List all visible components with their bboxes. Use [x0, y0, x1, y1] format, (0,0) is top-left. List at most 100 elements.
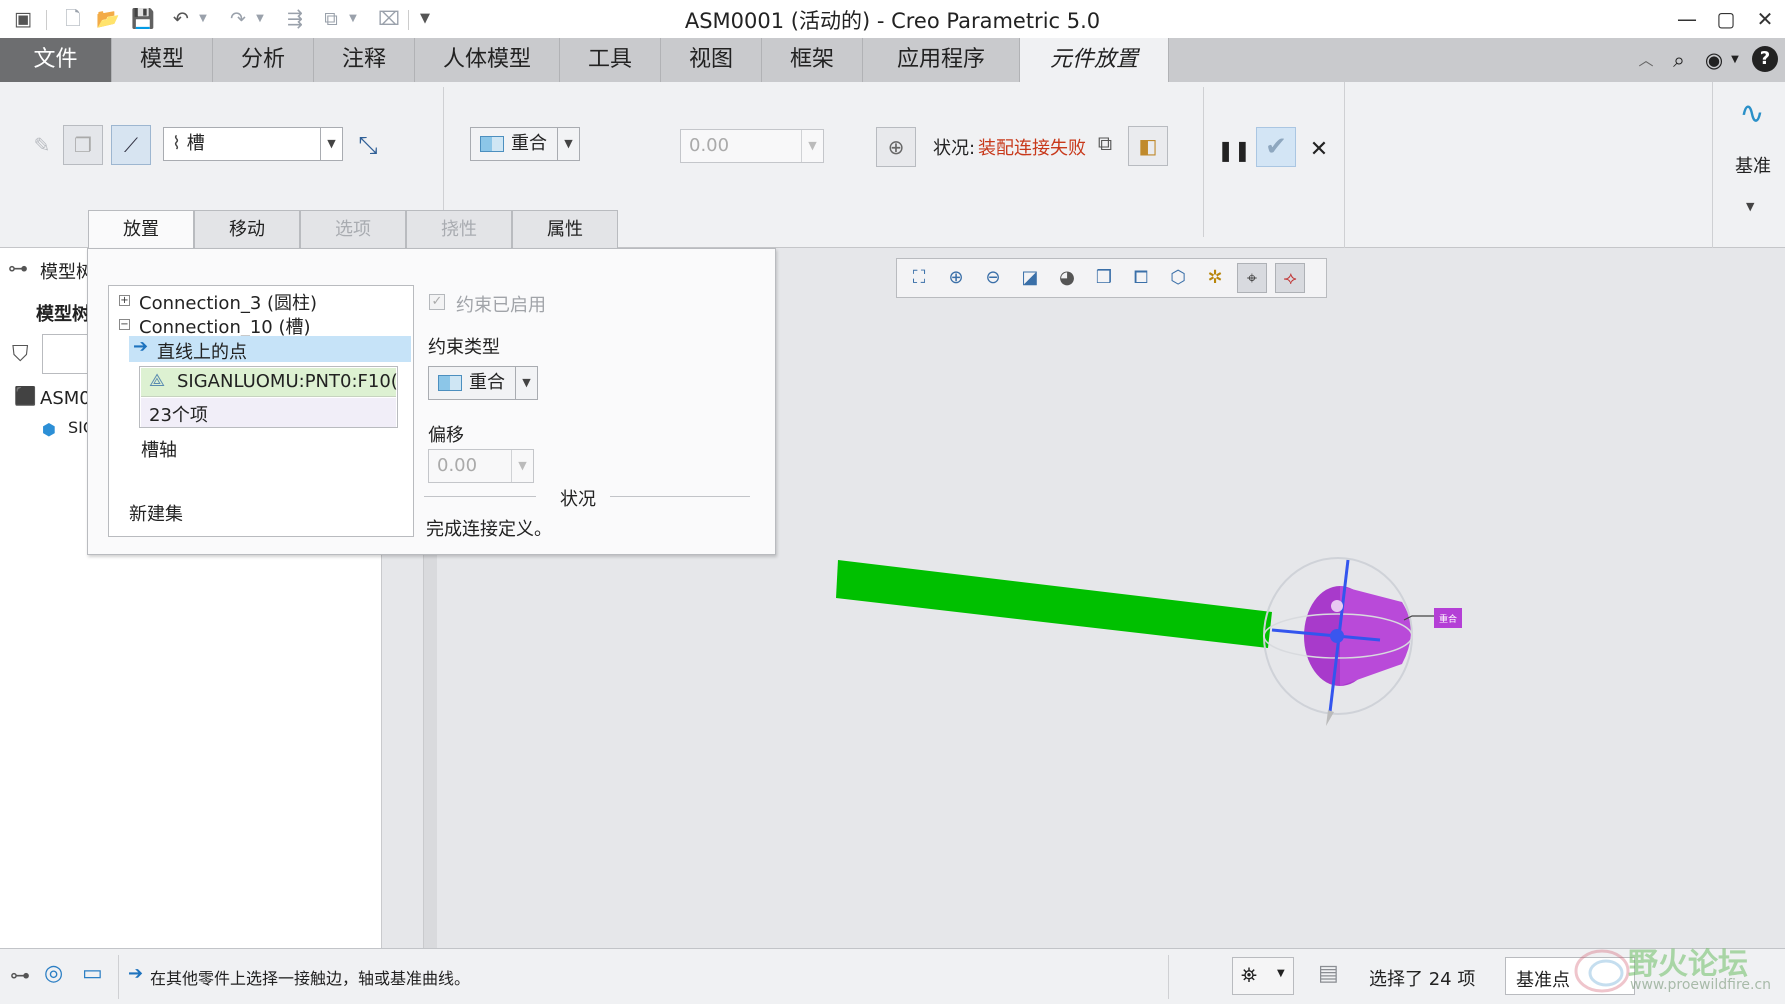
connection-tree: + Connection_3 (圆柱) − Connection_10 (槽) …: [108, 285, 414, 537]
tab-component-placement[interactable]: 元件放置: [1019, 38, 1169, 83]
pause-icon[interactable]: ❚❚: [1215, 130, 1253, 168]
mechanism-connection-icon[interactable]: ⟋: [111, 125, 151, 165]
status-value: 装配连接失败: [978, 138, 1086, 159]
flip-direction-icon[interactable]: ⤡: [348, 125, 388, 165]
selection-count[interactable]: 选择了 24 项: [1369, 965, 1475, 991]
maximize-button[interactable]: ▢: [1709, 4, 1743, 34]
reference-item-selected[interactable]: ⟁ SIGANLUOMU:PNT0:F10(: [141, 368, 398, 397]
minimize-button[interactable]: —: [1670, 4, 1704, 34]
tab-manikin[interactable]: 人体模型: [414, 38, 559, 82]
show-navigator-icon[interactable]: ⊶: [10, 963, 30, 987]
tab-model[interactable]: 模型: [111, 38, 212, 82]
status-text: 完成连接定义。: [426, 519, 552, 540]
arrow-right-icon: ➔: [133, 336, 149, 357]
coincident-icon: [438, 375, 462, 391]
selected-items-icon[interactable]: ▤: [1318, 961, 1339, 986]
offset-value: 0.00: [689, 135, 730, 156]
help-icon[interactable]: ?: [1752, 46, 1778, 72]
chevron-down-icon: ▼: [557, 128, 579, 160]
learning-connector-icon[interactable]: ◉: [1700, 46, 1728, 74]
user-defined-icon[interactable]: ✎: [22, 125, 62, 165]
subtab-move[interactable]: 移动: [194, 210, 300, 248]
subtab-options[interactable]: 选项: [300, 210, 406, 248]
ribbon-tab-bar: 文件 模型 分析 注释 人体模型 工具 视图 框架 应用程序 元件放置 ︿ ⌕ …: [0, 38, 1785, 83]
learning-dropdown-icon[interactable]: ▼: [1728, 46, 1742, 74]
close-button[interactable]: ✕: [1748, 4, 1782, 34]
slot-connection-icon: ⌇: [172, 133, 181, 154]
saved-orientations-icon[interactable]: ❒: [1089, 263, 1119, 293]
subtab-properties[interactable]: 属性: [512, 210, 618, 248]
collapse-ribbon-icon[interactable]: ︿: [1632, 46, 1660, 74]
search-icon[interactable]: ⌕: [1665, 46, 1693, 74]
datum-dropdown-icon[interactable]: ▼: [1746, 200, 1754, 213]
constraint-type-select[interactable]: 重合 ▼: [470, 127, 580, 161]
watermark-url: www.proewildfire.cn: [1630, 977, 1772, 993]
view-manager-icon[interactable]: ⧠: [1126, 263, 1156, 293]
shaft-part[interactable]: [836, 560, 1272, 648]
zoom-out-icon[interactable]: ⊖: [978, 263, 1008, 293]
display-style-icon[interactable]: ◕: [1052, 263, 1082, 293]
reference-item-count: 23个项: [149, 405, 208, 426]
tab-view[interactable]: 视图: [660, 38, 761, 82]
tab-annotate[interactable]: 注释: [313, 38, 414, 82]
drag-components-icon[interactable]: ⊕: [876, 127, 916, 167]
forum-watermark: 野火论坛 www.proewildfire.cn: [1568, 935, 1785, 1004]
offset-input[interactable]: 0.00 ▼: [680, 129, 824, 163]
model-tree-title: 模型树: [36, 304, 90, 325]
subtab-flexibility[interactable]: 挠性: [406, 210, 512, 248]
datum-curve-icon[interactable]: ∿: [1728, 94, 1776, 138]
panel-offset-input[interactable]: 0.00 ▼: [428, 449, 534, 483]
full-screen-icon[interactable]: ▭: [82, 961, 103, 986]
divider: [1168, 955, 1169, 999]
cancel-x-icon[interactable]: ✕: [1300, 130, 1338, 168]
navigator-header[interactable]: 模型树: [40, 258, 94, 284]
divider: [1344, 82, 1345, 248]
constraint-enabled-checkbox[interactable]: ✓: [429, 294, 445, 310]
status-bar: ⊶ ◎ ▭ ➔ 在其他零件上选择一接触边，轴或基准曲线。 ⛯ ▼ ▤ 选择了 2…: [0, 948, 1785, 1004]
show-component-window-icon[interactable]: ◧: [1128, 126, 1168, 166]
tab-framework[interactable]: 框架: [761, 38, 862, 82]
tree-item-connection3[interactable]: Connection_3 (圆柱): [139, 289, 317, 315]
new-set-link[interactable]: 新建集: [129, 500, 183, 526]
reference-item-second[interactable]: 23个项: [141, 398, 396, 427]
constraint-icon[interactable]: ❐: [63, 125, 103, 165]
connection-type-select[interactable]: ⌇ 槽 ▼: [163, 127, 343, 161]
divider: [118, 955, 119, 999]
constraint-enabled-label: 约束已启用: [456, 295, 546, 316]
expand-plus-icon[interactable]: +: [119, 295, 130, 306]
confirm-check-icon[interactable]: ✔: [1256, 127, 1296, 167]
perspective-icon[interactable]: ⬡: [1163, 263, 1193, 293]
tab-file[interactable]: 文件: [0, 38, 111, 82]
filter-icon[interactable]: ⛉: [12, 342, 29, 367]
separate-window-icon[interactable]: ⧉: [1088, 126, 1122, 160]
repaint-icon[interactable]: ◪: [1015, 263, 1045, 293]
panel-constraint-type-select[interactable]: 重合 ▼: [428, 366, 538, 400]
tab-applications[interactable]: 应用程序: [862, 38, 1019, 82]
datum-display-icon[interactable]: ✲: [1200, 263, 1230, 293]
part-icon: ⬢: [42, 420, 56, 439]
model-tree-tab-icon[interactable]: ⊶: [8, 256, 28, 280]
window-title: ASM0001 (活动的) - Creo Parametric 5.0: [684, 9, 1101, 33]
arrow-right-icon: ➔: [128, 963, 144, 984]
reference-collector[interactable]: ⟁ SIGANLUOMU:PNT0:F10( 23个项: [139, 366, 398, 428]
model-graphics[interactable]: 重合: [820, 540, 1500, 760]
panel-offset-value: 0.00: [437, 455, 478, 476]
datum-label[interactable]: 基准: [1735, 152, 1771, 178]
browser-icon[interactable]: ◎: [44, 961, 63, 986]
zoom-in-icon[interactable]: ⊕: [941, 263, 971, 293]
tab-analysis[interactable]: 分析: [212, 38, 313, 82]
refit-icon[interactable]: ⛶: [904, 263, 934, 293]
tree-item-point-on-line[interactable]: 直线上的点: [157, 338, 247, 364]
chevron-down-icon: ▼: [515, 367, 537, 399]
spin-center-icon[interactable]: ⌖: [1237, 263, 1267, 293]
coincident-icon: [480, 136, 504, 152]
tab-tools[interactable]: 工具: [559, 38, 660, 82]
status-label: 状况:: [933, 138, 976, 159]
collapse-minus-icon[interactable]: −: [119, 319, 130, 330]
find-button[interactable]: ⛯ ▼: [1232, 957, 1294, 995]
subtab-placement[interactable]: 放置: [88, 210, 194, 249]
annotation-display-icon[interactable]: ⟢: [1275, 263, 1305, 293]
status-heading: 状况: [560, 489, 596, 510]
tree-item-slot-axis[interactable]: 槽轴: [141, 436, 177, 462]
graphics-toolbar: ⛶ ⊕ ⊖ ◪ ◕ ❒ ⧠ ⬡ ✲ ⌖ ⟢: [896, 258, 1327, 298]
